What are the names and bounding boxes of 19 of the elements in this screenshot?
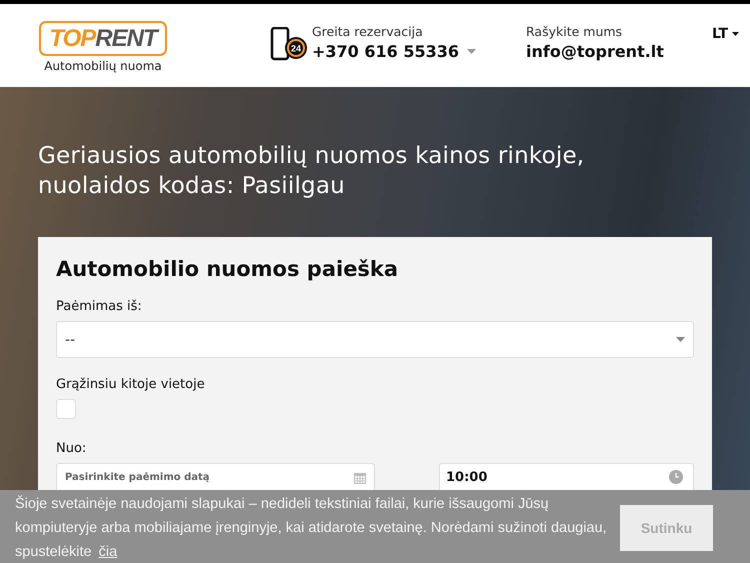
return-elsewhere-checkbox[interactable] [56, 399, 76, 419]
clock-icon [669, 470, 683, 484]
phone-label: Greita rezervacija [312, 24, 424, 39]
logo-tagline: Automobilių nuoma [44, 59, 162, 73]
caret-icon [467, 49, 476, 54]
dropdown-caret-icon [676, 337, 685, 342]
phone-number-link[interactable]: +370 616 55336 [312, 42, 476, 61]
caret-icon [732, 32, 740, 36]
return-elsewhere-label: Grąžinsiu kitoje vietoje [56, 377, 206, 392]
search-title: Automobilio nuomos paieška [56, 256, 400, 283]
email-link[interactable]: info@toprent.lt [526, 42, 664, 61]
email-label: Rašykite mums [526, 24, 624, 39]
pickup-select[interactable]: -- [56, 321, 694, 358]
hero-headline: Geriausios automobilių nuomos kainos rinkoje, nuolaidos kodas: Pasiilgau [38, 142, 586, 201]
language-dropdown[interactable]: LT [712, 26, 740, 42]
calendar-icon [354, 472, 366, 484]
from-label: Nuo: [56, 441, 88, 456]
pickup-label: Paėmimas iš: [56, 299, 143, 314]
toprent-logo[interactable]: TOPRENT [39, 21, 167, 56]
